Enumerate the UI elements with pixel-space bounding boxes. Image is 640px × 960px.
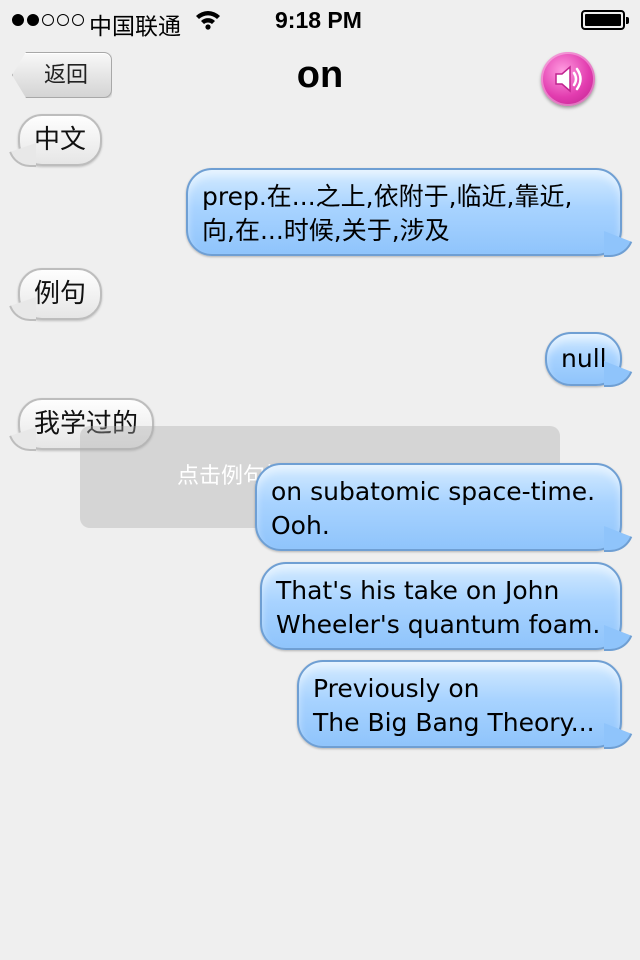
learned-example-line: The Big Bang Theory... <box>313 708 595 737</box>
definition-line: 向,在...时候,关于,涉及 <box>202 216 450 245</box>
chinese-section-label: 中文 <box>18 114 103 166</box>
signal-dot <box>42 14 54 26</box>
signal-dot <box>12 14 24 26</box>
example-text: null <box>561 344 607 373</box>
navigation-bar: 返回 on <box>0 40 640 112</box>
carrier-name: 中国联通 <box>89 13 181 39</box>
learned-example-bubble[interactable]: That's his take on John Wheeler's quantu… <box>260 562 622 650</box>
learned-example-line: Ooh. <box>271 511 330 540</box>
learned-example-line: Wheeler's quantum foam. <box>276 610 601 639</box>
signal-dot <box>57 14 69 26</box>
wifi-icon <box>195 8 221 36</box>
speaker-button[interactable] <box>541 52 595 106</box>
learned-example-line: Previously on <box>313 674 480 703</box>
learned-example-line: on subatomic space-time. <box>271 477 596 506</box>
example-section-label: 例句 <box>18 268 103 320</box>
battery-icon <box>581 10 629 30</box>
learned-section-label: 我学过的 <box>18 398 155 450</box>
learned-example-bubble[interactable]: Previously on The Big Bang Theory... <box>297 660 622 748</box>
learned-example-line: That's his take on John <box>276 576 560 605</box>
signal-dot <box>27 14 39 26</box>
definition-bubble[interactable]: prep.在...之上,依附于,临近,靠近, 向,在...时候,关于,涉及 <box>186 168 622 256</box>
definition-line: prep.在...之上,依附于,临近,靠近, <box>202 182 573 211</box>
status-bar: 中国联通 9:18 PM <box>0 0 640 40</box>
signal-dot <box>72 14 84 26</box>
learned-example-bubble[interactable]: on subatomic space-time. Ooh. <box>255 463 622 551</box>
clock: 9:18 PM <box>275 7 362 33</box>
signal-strength-icon <box>12 12 84 28</box>
example-bubble[interactable]: null <box>545 332 622 386</box>
